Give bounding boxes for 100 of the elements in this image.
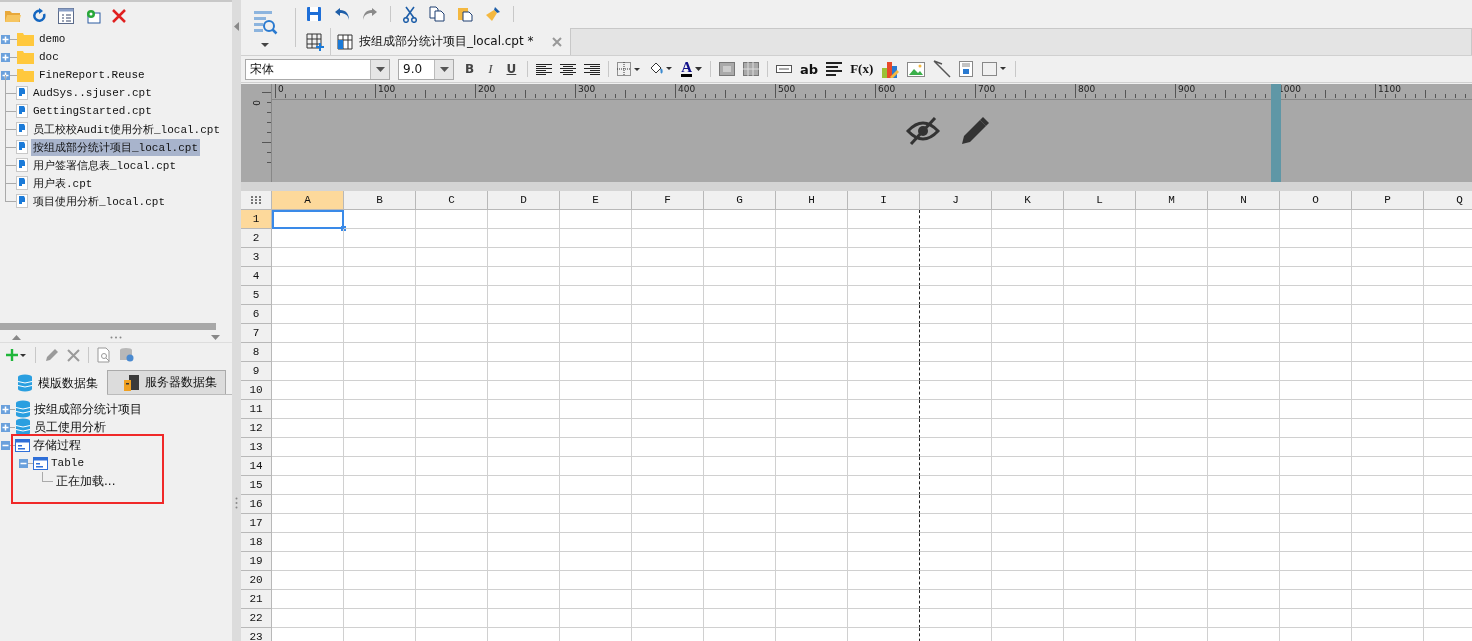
caret-icon[interactable] (695, 67, 703, 71)
grid-cell[interactable] (848, 400, 920, 419)
caret-icon[interactable] (439, 66, 449, 72)
row-header[interactable]: 4 (241, 267, 272, 286)
row-header[interactable]: 6 (241, 305, 272, 324)
expand-toggle[interactable] (1, 422, 10, 432)
row-header[interactable]: 19 (241, 552, 272, 571)
row-header[interactable]: 17 (241, 514, 272, 533)
file-tree-item[interactable]: FineReport.Reuse (37, 68, 147, 82)
file-tree-item[interactable]: demo (37, 32, 68, 46)
grid-cell[interactable] (848, 343, 920, 362)
row-header[interactable]: 1 (241, 210, 272, 229)
delete-icon[interactable] (67, 348, 80, 362)
dataset-tree-item[interactable]: 存储过程 (33, 436, 81, 454)
grid-cell[interactable] (848, 552, 920, 571)
grid-cell[interactable] (848, 590, 920, 609)
grid-cell[interactable] (848, 571, 920, 590)
row-header[interactable]: 14 (241, 457, 272, 476)
up-arrow-icon[interactable] (12, 335, 21, 340)
settings-icon[interactable] (85, 8, 101, 24)
unmerge-cells-icon[interactable] (743, 62, 760, 76)
page-margin-bar[interactable] (1271, 84, 1281, 182)
file-tree-item[interactable]: 用户签署信息表_local.cpt (31, 156, 178, 174)
expand-toggle[interactable] (1, 34, 10, 44)
row-header[interactable]: 9 (241, 362, 272, 381)
formula-button[interactable]: F(x) (850, 61, 874, 77)
file-tree-item[interactable]: GettingStarted.cpt (31, 104, 154, 118)
column-header[interactable]: O (1280, 191, 1352, 210)
collapse-left-icon[interactable] (234, 22, 239, 31)
add-icon[interactable] (5, 348, 27, 362)
align-center-icon[interactable] (560, 62, 577, 76)
column-header[interactable]: I (848, 191, 920, 210)
row-header[interactable]: 16 (241, 495, 272, 514)
column-header[interactable]: A (272, 191, 344, 210)
line-tool-icon[interactable] (933, 60, 952, 78)
list-icon[interactable] (58, 8, 74, 24)
collapse-toggle[interactable] (19, 458, 28, 468)
grid-cell[interactable] (848, 495, 920, 514)
dataset-tree-item[interactable]: Table (51, 457, 84, 469)
grid-cell[interactable] (848, 286, 920, 305)
grid-cell[interactable] (848, 305, 920, 324)
file-tree-item[interactable]: 按组成部分统计项目_local.cpt (31, 138, 200, 156)
row-header[interactable]: 5 (241, 286, 272, 305)
row-header[interactable]: 15 (241, 476, 272, 495)
preview-icon[interactable] (97, 347, 111, 363)
bold-button[interactable]: B (462, 62, 478, 76)
down-arrow-icon[interactable] (211, 335, 220, 340)
paste-icon[interactable] (457, 6, 473, 22)
row-header[interactable]: 23 (241, 628, 272, 641)
database-settings-icon[interactable] (119, 347, 135, 363)
grid-cell[interactable] (848, 210, 920, 229)
row-header[interactable]: 2 (241, 229, 272, 248)
undo-icon[interactable] (334, 7, 350, 21)
save-icon[interactable] (306, 6, 322, 22)
column-header[interactable]: L (1064, 191, 1136, 210)
close-icon[interactable] (112, 9, 126, 23)
underline-button[interactable]: U (503, 62, 520, 76)
grid-cell[interactable] (848, 419, 920, 438)
grid-cell[interactable] (848, 457, 920, 476)
column-header[interactable]: Q (1424, 191, 1472, 210)
file-tree-item[interactable]: 用户表.cpt (31, 174, 95, 192)
column-header[interactable]: N (1208, 191, 1280, 210)
column-header[interactable]: G (704, 191, 776, 210)
grid-cell[interactable] (848, 267, 920, 286)
row-header[interactable]: 13 (241, 438, 272, 457)
preview-icon[interactable] (252, 8, 278, 35)
row-header[interactable]: 12 (241, 419, 272, 438)
caret-icon[interactable] (261, 42, 269, 47)
close-icon[interactable] (551, 36, 562, 47)
column-header[interactable]: H (776, 191, 848, 210)
column-header[interactable]: M (1136, 191, 1208, 210)
new-sheet-icon[interactable] (306, 32, 324, 51)
select-all-icon[interactable] (241, 191, 272, 210)
cut-icon[interactable] (403, 5, 417, 23)
font-size-dropdown[interactable]: 9.0 (398, 58, 454, 80)
collapse-toggle[interactable] (1, 440, 10, 450)
file-tree-item[interactable]: AudSys..sjuser.cpt (31, 86, 154, 100)
file-tree-item[interactable]: doc (37, 50, 61, 64)
row-header[interactable]: 10 (241, 381, 272, 400)
text-field-icon[interactable] (776, 65, 793, 73)
grid-cell[interactable] (848, 514, 920, 533)
pencil-icon[interactable] (960, 116, 990, 146)
borders-icon[interactable] (617, 62, 642, 76)
dataset-tree-item[interactable]: 员工使用分析 (34, 418, 106, 436)
italic-button[interactable]: I (485, 61, 496, 77)
column-header[interactable]: J (920, 191, 992, 210)
folder-open-icon[interactable] (4, 9, 22, 23)
pencil-icon[interactable] (44, 347, 59, 363)
copy-icon[interactable] (429, 6, 445, 22)
file-tree-item[interactable]: 员工校校Audit使用分析_local.cpt (31, 120, 223, 138)
font-color-button[interactable]: A (681, 61, 703, 77)
grid-cell[interactable] (848, 362, 920, 381)
row-header[interactable]: 22 (241, 609, 272, 628)
refresh-icon[interactable] (33, 8, 47, 24)
column-header[interactable]: K (992, 191, 1064, 210)
expand-toggle[interactable] (1, 70, 10, 80)
selected-cell[interactable] (272, 210, 344, 229)
border-box-icon[interactable] (981, 61, 1008, 77)
column-header[interactable]: B (344, 191, 416, 210)
image-icon[interactable] (907, 61, 926, 77)
